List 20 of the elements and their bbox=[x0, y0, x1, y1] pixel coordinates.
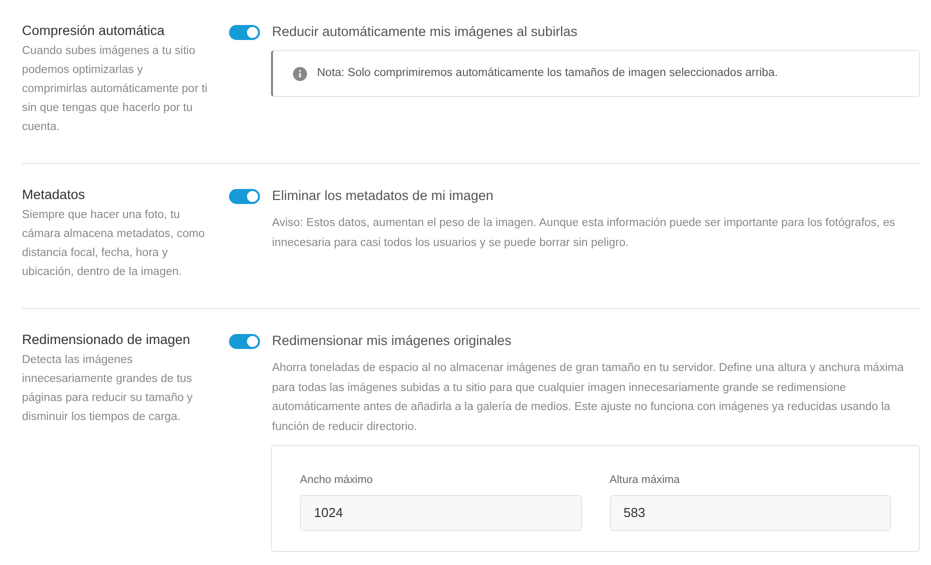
section-title: Redimensionado de imagen bbox=[22, 331, 192, 349]
toggle-switch[interactable] bbox=[229, 189, 260, 204]
toggle-switch[interactable] bbox=[229, 334, 260, 349]
help-text: Ahorra toneladas de espacio al no almacenar imágenes de gran tamaño en tu servidor. Define una altura y anchura máxima para todas las imágenes subidas a tu sitio para que cualquier imagen innecesariamente grande se redimensione automáticamente antes de añadirla a la galería de medios. Este ajuste no funciona con imágenes ya reducidas usando la función de reducir directorio. bbox=[272, 361, 905, 434]
field-label: Ancho máximo bbox=[300, 473, 374, 488]
section-description: Detecta las imágenes innecesariamente grandes de tus páginas para reducir su tamaño y disminuir los tiempos de carga. bbox=[22, 353, 194, 425]
info-icon bbox=[293, 66, 307, 80]
section-title: Compresión automática bbox=[22, 22, 166, 40]
toggle-label: Reducir automáticamente mis imágenes al subirlas bbox=[272, 23, 578, 41]
toggle-label: Eliminar los metadatos de mi imagen bbox=[272, 187, 494, 205]
note-text: Nota: Solo comprimiremos automáticamente los tamaños de imagen seleccionados arriba. bbox=[317, 66, 778, 81]
input-field[interactable]: 1024 bbox=[300, 494, 582, 530]
section-description: Cuando subes imágenes a tu sitio podemos optimizarlas y comprimirlas automáticamente por ti sin que tengas que hacerlo por tu cuenta. bbox=[22, 44, 208, 135]
help-text: Aviso: Estos datos, aumentan el peso de la imagen. Aunque esta información puede ser importante para los fotógrafos, es innecesaria para casi todos los usuarios y se puede borrar sin peligro. bbox=[272, 216, 896, 250]
section-description: Siempre que hacer una foto, tu cámara almacena metadatos, como distancia focal, fecha, hora y ubicación, dentro de la imagen. bbox=[22, 208, 206, 280]
toggle-switch[interactable] bbox=[229, 25, 260, 40]
input-field[interactable]: 583 bbox=[610, 494, 891, 530]
field-label: Altura máxima bbox=[610, 473, 681, 488]
section-title: Metadatos bbox=[22, 186, 86, 204]
toggle-label: Redimensionar mis imágenes originales bbox=[272, 332, 512, 350]
